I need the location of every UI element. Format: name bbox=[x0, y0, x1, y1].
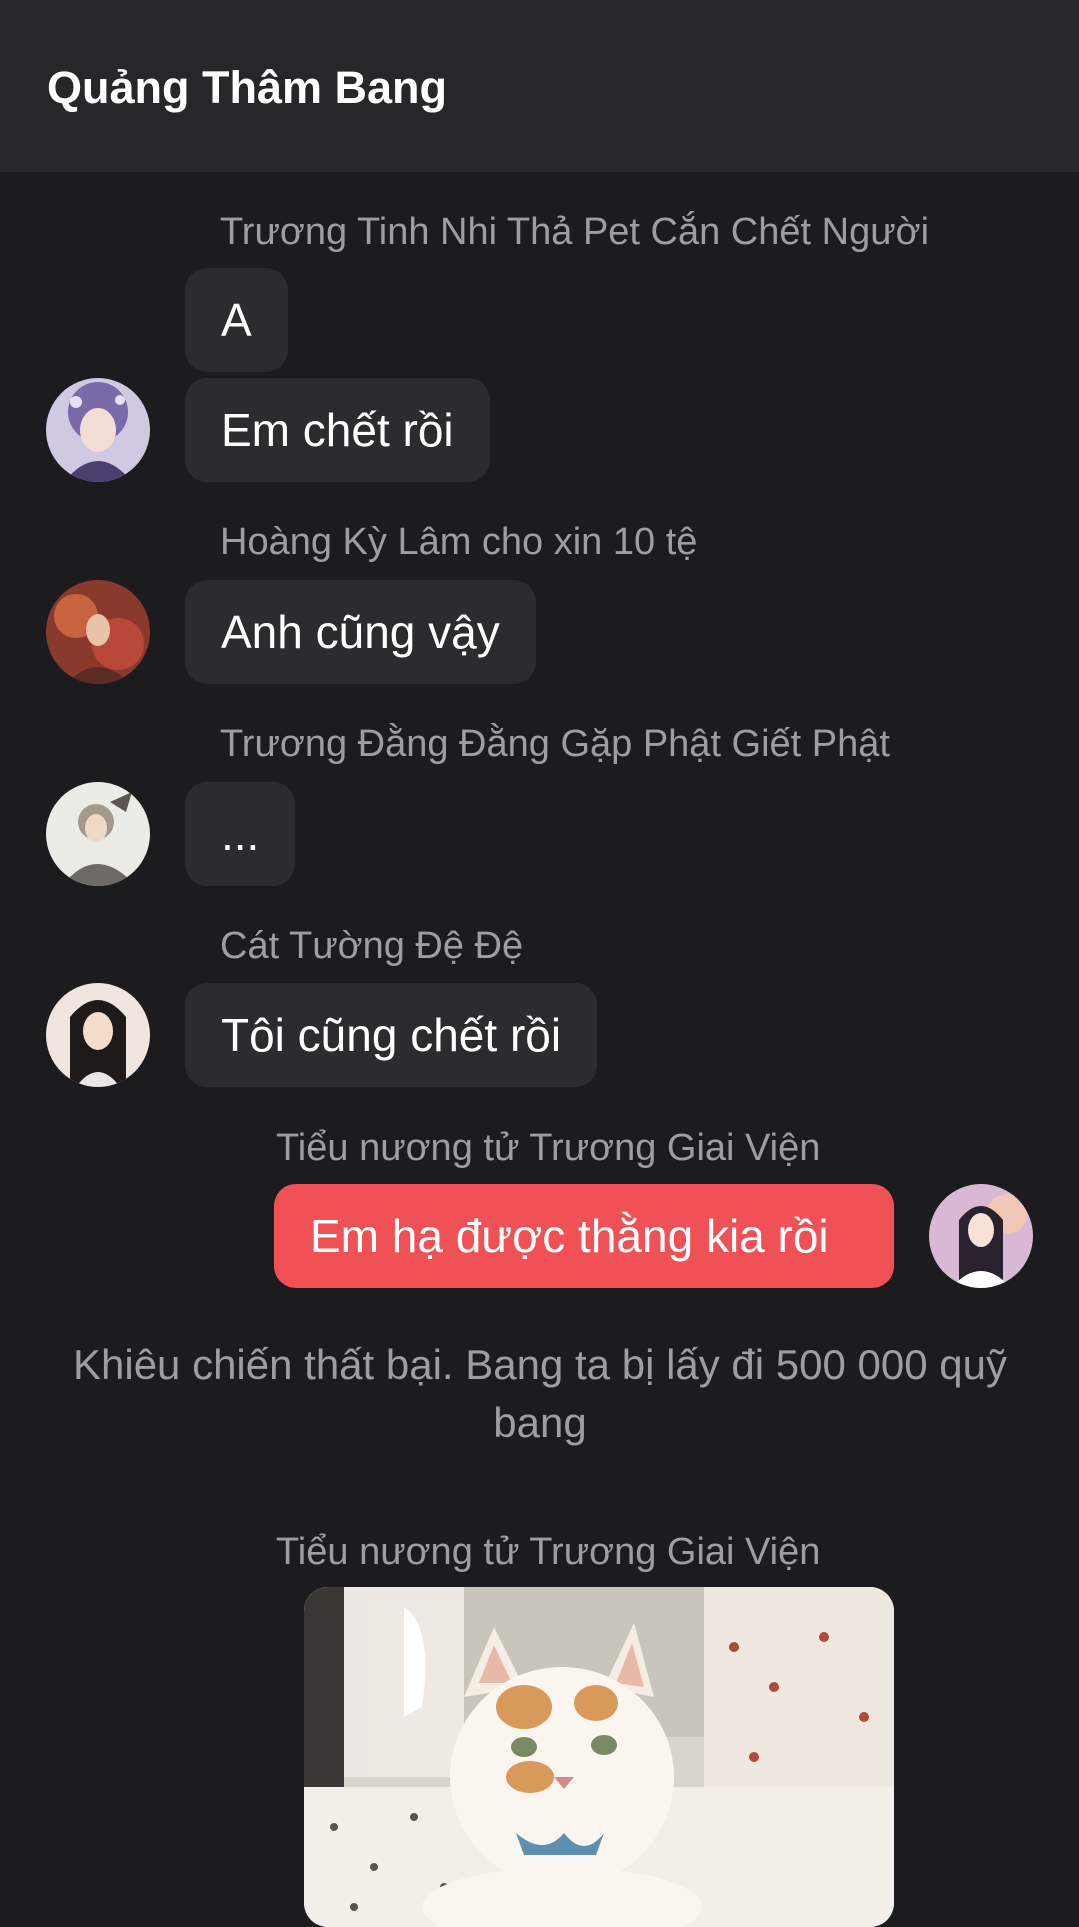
message-bubble[interactable]: Anh cũng vậy bbox=[185, 580, 536, 684]
avatar[interactable] bbox=[46, 983, 150, 1087]
message-bubble[interactable]: Tôi cũng chết rồi bbox=[185, 983, 598, 1087]
avatar[interactable] bbox=[46, 378, 150, 482]
group-title: Quảng Thâm Bang bbox=[47, 62, 448, 113]
message-bubble[interactable]: Em chết rồi bbox=[185, 378, 490, 482]
sender-name: Cát Tường Đệ Đệ bbox=[220, 925, 524, 967]
message-bubble[interactable]: ... bbox=[185, 782, 296, 886]
sender-name: Tiểu nương tử Trương Giai Viện bbox=[276, 1531, 821, 1573]
avatar[interactable] bbox=[46, 782, 150, 886]
sender-name: Trương Tinh Nhi Thả Pet Cắn Chết Người bbox=[220, 211, 930, 253]
avatar[interactable] bbox=[46, 580, 150, 684]
cat-photo[interactable] bbox=[304, 1587, 894, 1927]
sender-name: Hoàng Kỳ Lâm cho xin 10 tệ bbox=[220, 521, 698, 563]
sender-name: Trương Đằng Đằng Gặp Phật Giết Phật bbox=[220, 723, 890, 765]
avatar[interactable] bbox=[929, 1184, 1033, 1288]
sent-message-bubble[interactable]: Em hạ được thằng kia rồi bbox=[274, 1184, 894, 1288]
sender-name: Tiểu nương tử Trương Giai Viện bbox=[276, 1127, 821, 1169]
system-message: Khiêu chiến thất bại. Bang ta bị lấy đi … bbox=[72, 1341, 1007, 1446]
chat-header: Quảng Thâm Bang bbox=[0, 0, 1079, 172]
message-bubble[interactable]: A bbox=[185, 268, 288, 372]
